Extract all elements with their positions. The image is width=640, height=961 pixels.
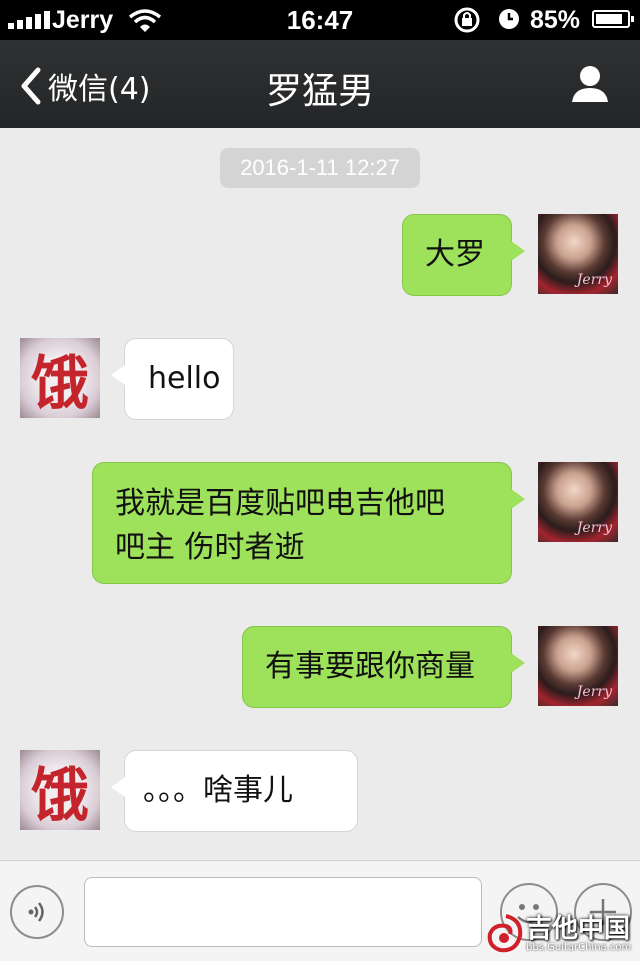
status-bar: Jerry 16:47 85% (0, 0, 640, 40)
my-avatar[interactable]: Jerry (538, 626, 618, 706)
message-text: 。。。啥事儿 (143, 773, 293, 808)
contact-message-bubble[interactable]: hello (111, 338, 234, 420)
my-message-bubble[interactable]: 大罗 (402, 214, 525, 296)
nav-bar: 微信(4) 罗猛男 (0, 40, 640, 128)
profile-button[interactable] (570, 64, 610, 108)
voice-button[interactable] (10, 885, 64, 939)
guitar-logo-icon (487, 914, 523, 953)
watermark-title: 吉他中国 (526, 914, 631, 944)
rotation-lock-icon (452, 7, 482, 38)
voice-icon (28, 902, 44, 922)
message-text: 吧主 伤时者逝 (115, 530, 305, 565)
battery-percent: 85% (530, 6, 581, 34)
battery-level (596, 14, 622, 24)
chat-title: 罗猛男 (265, 71, 374, 112)
person-icon (572, 66, 608, 102)
contact-avatar[interactable]: 饿 (20, 750, 100, 830)
contact-avatar[interactable]: 饿 (20, 338, 100, 418)
message-timestamp: 2016-1-11 12:27 (220, 148, 420, 188)
my-avatar[interactable]: Jerry (538, 462, 618, 542)
message-text: 我就是百度贴吧电吉他吧 (115, 486, 445, 521)
my-message-bubble[interactable]: 有事要跟你商量 (242, 626, 525, 708)
my-message-bubble[interactable]: 我就是百度贴吧电吉他吧 吧主 伤时者逝 (92, 462, 525, 584)
alarm-icon (498, 8, 520, 35)
message-input[interactable] (84, 877, 482, 947)
message-text: hello (148, 361, 221, 396)
watermark: 吉他中国 bbs.GuitarChina.com (486, 908, 636, 958)
watermark-url: bbs.GuitarChina.com (526, 942, 632, 953)
my-avatar[interactable]: Jerry (538, 214, 618, 294)
message-text: 有事要跟你商量 (265, 649, 475, 684)
battery-icon (592, 10, 634, 28)
message-text: 大罗 (425, 237, 485, 272)
contact-message-bubble[interactable]: 。。。啥事儿 (111, 750, 358, 832)
